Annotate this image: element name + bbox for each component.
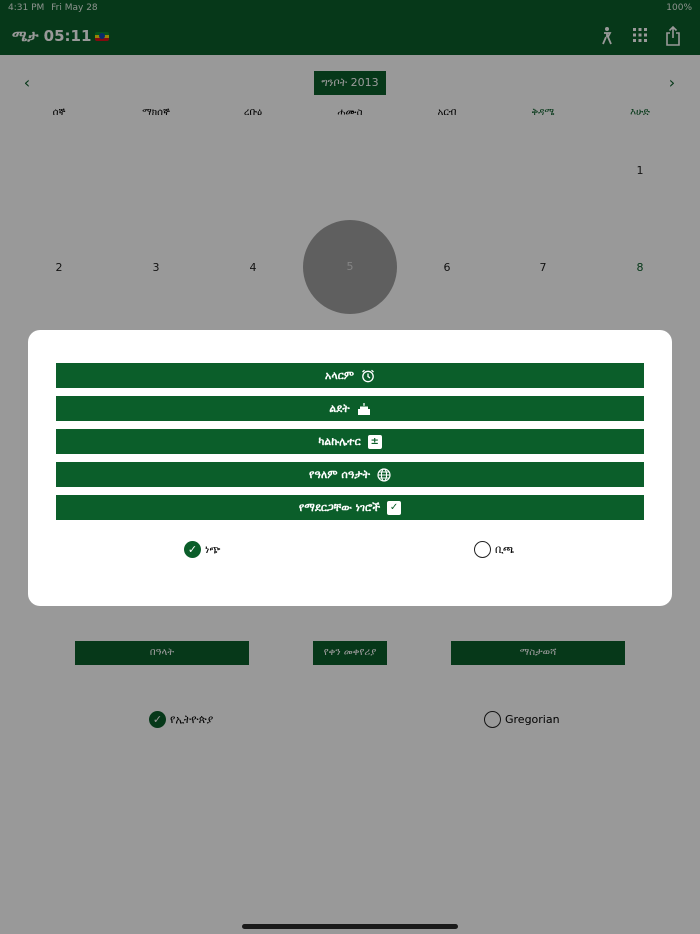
world-clock-button[interactable]: የዓለም ሰዓታት [56, 462, 644, 487]
radio-empty-icon [474, 541, 491, 558]
white-theme-radio[interactable]: ✓ ነጭ [184, 541, 220, 558]
birthday-button[interactable]: ልደት [56, 396, 644, 421]
menu-modal: አላርም ልደት ካልኩሌተር ± የዓለም ሰዓታት የማደርጋቸው ነገሮች ✓… [28, 330, 672, 606]
alarm-clock-icon [361, 369, 375, 383]
birthday-cake-icon [357, 402, 371, 416]
globe-icon [377, 468, 391, 482]
yellow-theme-radio[interactable]: ቢጫ [474, 541, 514, 558]
home-indicator [242, 924, 458, 929]
todo-button[interactable]: የማደርጋቸው ነገሮች ✓ [56, 495, 644, 520]
checkmark-icon: ✓ [184, 541, 201, 558]
calculator-button[interactable]: ካልኩሌተር ± [56, 429, 644, 454]
calculator-icon: ± [367, 435, 382, 449]
checkbox-icon: ✓ [387, 501, 402, 515]
alarm-button[interactable]: አላርም [56, 363, 644, 388]
